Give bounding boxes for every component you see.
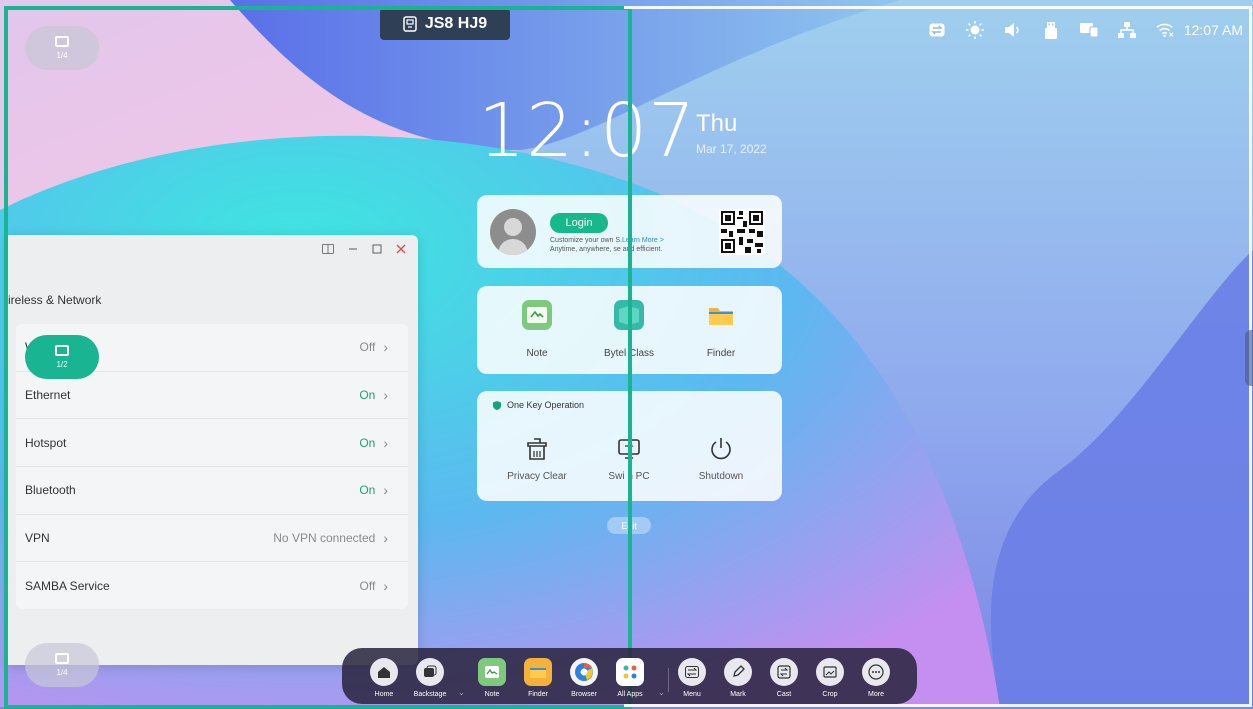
- minimize-icon[interactable]: [348, 243, 358, 257]
- list-item-samba[interactable]: SAMBA Service Off ›: [16, 562, 408, 609]
- shield-icon: [493, 400, 501, 410]
- window-layout-icon: [55, 345, 69, 356]
- window-layout-icon: [55, 36, 69, 47]
- split-window-icon[interactable]: [322, 243, 334, 257]
- login-button[interactable]: Login: [550, 213, 608, 233]
- privacy-clear-button[interactable]: Privacy Clear: [497, 436, 577, 482]
- close-icon[interactable]: [396, 243, 406, 257]
- note-icon: [522, 300, 552, 330]
- list-item-bluetooth[interactable]: Bluetooth On ›: [16, 467, 408, 515]
- crop-icon: [816, 658, 844, 686]
- all-apps-icon: [616, 658, 644, 686]
- brightness-icon[interactable]: [965, 21, 984, 39]
- dock-backstage[interactable]: Backstage: [408, 658, 452, 698]
- one-key-title: One Key Operation: [493, 400, 584, 410]
- one-key-card: One Key Operation Privacy Clear Swi h PC…: [477, 391, 782, 501]
- menu-icon: [678, 658, 706, 686]
- app-note[interactable]: Note: [497, 300, 577, 359]
- dock-all-apps[interactable]: All Apps: [608, 658, 652, 698]
- volume-icon[interactable]: [1004, 21, 1022, 39]
- dock: Home Backstage ⌄ Note Finder Browser All…: [342, 648, 917, 704]
- dock-more[interactable]: More: [854, 658, 898, 698]
- dock-cast[interactable]: Cast: [762, 658, 806, 698]
- settings-window: ireless & Network W Off› Ethernet On› Ho…: [8, 235, 418, 665]
- chevron-right-icon: ›: [383, 482, 388, 499]
- more-icon: [862, 658, 890, 686]
- privacy-clear-icon: [524, 436, 550, 462]
- shutdown-button[interactable]: Shutdown: [681, 436, 761, 482]
- note-icon: [478, 658, 506, 686]
- app-class[interactable]: Bytel Class: [589, 300, 669, 359]
- dock-crop[interactable]: Crop: [808, 658, 852, 698]
- page-indicator-bottom[interactable]: 1/4: [25, 643, 99, 687]
- section-title: ireless & Network: [8, 293, 102, 307]
- avatar[interactable]: [490, 209, 536, 255]
- chevron-right-icon: ›: [383, 387, 388, 404]
- dock-note[interactable]: Note: [470, 658, 514, 698]
- folder-icon: [524, 658, 552, 686]
- maximize-icon[interactable]: [372, 243, 382, 257]
- room-code: JS8 HJ9: [424, 15, 488, 32]
- dock-finder[interactable]: Finder: [516, 658, 560, 698]
- chevron-right-icon: ›: [383, 530, 388, 547]
- switch-pc-button[interactable]: Swi h PC: [589, 436, 669, 482]
- dock-menu[interactable]: Menu: [670, 658, 714, 698]
- chevron-down-icon[interactable]: ⌄: [458, 688, 465, 697]
- list-item-hotspot[interactable]: Hotspot On ›: [16, 419, 408, 468]
- app-finder[interactable]: Finder: [681, 300, 761, 359]
- switch-icon[interactable]: [928, 21, 946, 39]
- apps-card: Note Bytel Class Finder: [477, 286, 782, 374]
- qr-code-icon[interactable]: [719, 209, 765, 255]
- chevron-down-icon[interactable]: ⌄: [658, 688, 665, 697]
- class-icon: [614, 300, 644, 330]
- dock-mark[interactable]: Mark: [716, 658, 760, 698]
- status-bar: 12:07 AM: [928, 18, 1243, 42]
- chevron-right-icon: ›: [383, 434, 388, 451]
- switch-pc-icon: [616, 436, 642, 462]
- page-indicator-top[interactable]: 1/4: [25, 26, 99, 70]
- home-icon: [370, 658, 398, 686]
- window-layout-icon: [55, 653, 69, 664]
- learn-more-link[interactable]: Learn More >: [622, 237, 664, 244]
- side-drawer-handle[interactable]: [1245, 330, 1253, 386]
- backstage-icon: [416, 658, 444, 686]
- mark-icon: [724, 658, 752, 686]
- wifi-icon[interactable]: [1156, 21, 1174, 39]
- usb-icon[interactable]: [1042, 21, 1060, 39]
- clock-day: Thu: [696, 110, 738, 137]
- chevron-right-icon: ›: [383, 577, 388, 594]
- screen-share-icon[interactable]: [1079, 21, 1098, 39]
- page-indicator-middle[interactable]: 1/2: [25, 335, 99, 379]
- dock-browser[interactable]: Browser: [562, 658, 606, 698]
- classroom-icon: [403, 16, 417, 32]
- login-description: Customize your own S.Learn More > Anytim…: [550, 237, 664, 253]
- edit-button[interactable]: Edit: [607, 517, 651, 534]
- room-badge[interactable]: JS8 HJ9: [380, 8, 510, 40]
- folder-icon: [706, 300, 736, 330]
- list-item-vpn[interactable]: VPN No VPN connected ›: [16, 515, 408, 563]
- clock-date: Mar 17, 2022: [696, 142, 767, 156]
- chevron-right-icon: ›: [383, 339, 388, 356]
- power-icon: [708, 436, 734, 462]
- cast-icon: [770, 658, 798, 686]
- login-card: Login Customize your own S.Learn More > …: [477, 195, 782, 268]
- status-time: 12:07 AM: [1183, 22, 1243, 38]
- window-controls: [322, 243, 406, 257]
- browser-icon: [570, 658, 598, 686]
- clock-time: 12:07: [478, 88, 697, 174]
- network-icon[interactable]: [1117, 21, 1136, 39]
- dock-separator: [668, 668, 669, 692]
- dock-home[interactable]: Home: [362, 658, 406, 698]
